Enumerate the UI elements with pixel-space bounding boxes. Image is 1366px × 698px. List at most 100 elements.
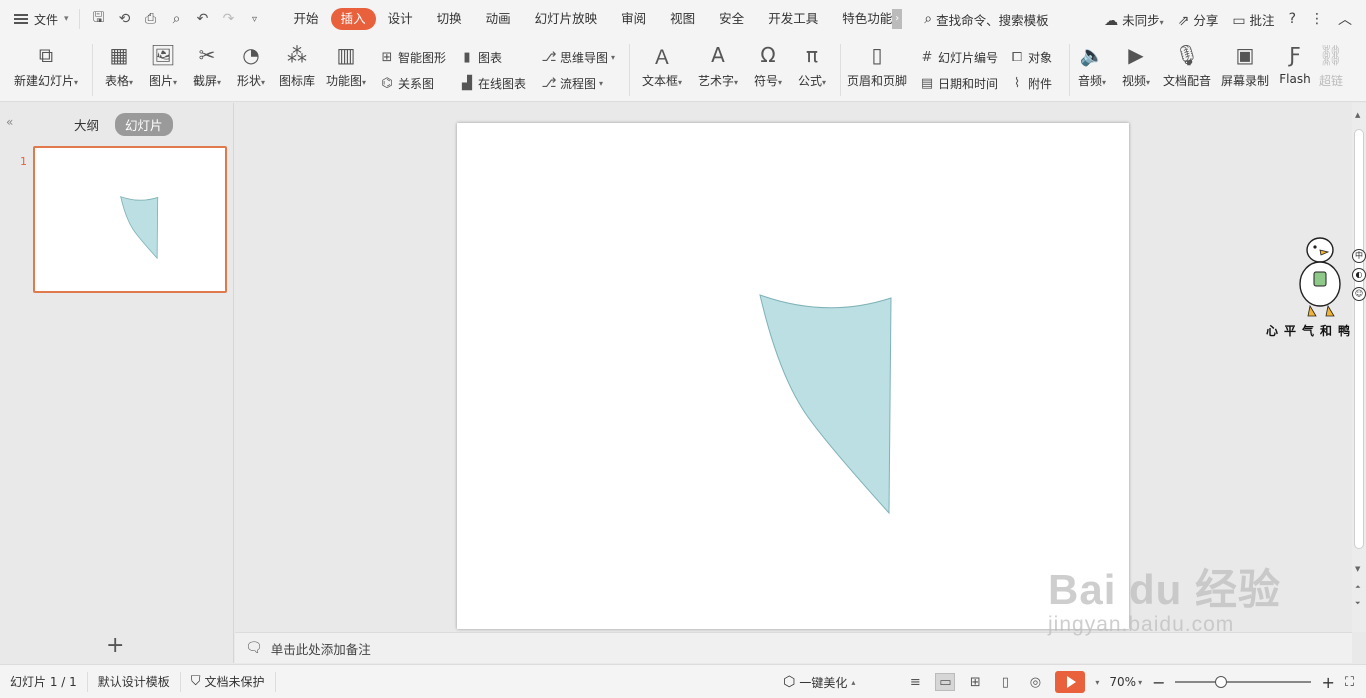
- comment-button[interactable]: ▭ 批注: [1232, 10, 1274, 29]
- icon-library-button[interactable]: ⁂ 图标库: [273, 38, 321, 102]
- hyperlink-button[interactable]: ⛓ 超链: [1316, 38, 1346, 102]
- notes-toggle-icon[interactable]: ≡: [905, 673, 925, 691]
- emoji-icon[interactable]: ☺: [1352, 287, 1366, 301]
- chart-button[interactable]: ▮ 图表: [459, 47, 535, 67]
- zoom-level[interactable]: 70% ▾: [1109, 675, 1142, 689]
- beautify-button[interactable]: ⬡ 一键美化 ▴: [783, 674, 855, 691]
- audio-button[interactable]: 🔈 音频▾: [1070, 38, 1114, 102]
- tab-developer[interactable]: 开发工具: [756, 8, 830, 30]
- online-chart-label: 在线图表: [478, 76, 527, 91]
- scroll-down-icon[interactable]: ▼: [1355, 565, 1360, 573]
- tab-transition[interactable]: 切换: [425, 8, 474, 30]
- screenshot-button[interactable]: ✂ 截屏▾: [185, 38, 229, 102]
- input-method-zh-icon[interactable]: 中: [1352, 249, 1366, 263]
- command-search[interactable]: ⌕ 查找命令、搜索模板: [924, 10, 1048, 29]
- sync-button[interactable]: ☁ 未同步▾: [1104, 10, 1164, 29]
- zoom-out-icon[interactable]: −: [1152, 673, 1165, 692]
- function-chart-button[interactable]: ▥ 功能图▾: [321, 38, 371, 102]
- redo-icon[interactable]: ↷: [220, 11, 238, 27]
- undo-icon[interactable]: ↶: [194, 11, 212, 27]
- datetime-button[interactable]: ▤ 日期和时间: [919, 73, 1005, 93]
- doc-dub-button[interactable]: 🎙 文档配音: [1158, 38, 1216, 102]
- tab-scroll-right-icon[interactable]: ›: [892, 9, 903, 29]
- design-template-button[interactable]: 默认设计模板: [88, 671, 181, 692]
- fit-window-icon[interactable]: ⛶: [1345, 675, 1354, 690]
- help-icon[interactable]: ?: [1289, 11, 1296, 27]
- previous-slide-icon[interactable]: ⏶: [1355, 583, 1361, 592]
- attachment-button[interactable]: ⌇ 附件: [1009, 73, 1065, 93]
- mindmap-button[interactable]: ⎇ 思维导图 ▾: [541, 47, 623, 67]
- paperclip-icon: ⌇: [1013, 75, 1021, 91]
- online-chart-button[interactable]: ▟ 在线图表: [459, 73, 535, 93]
- slide-thumbnail[interactable]: [33, 146, 227, 293]
- presenter-view-icon[interactable]: ◎: [1025, 673, 1045, 691]
- table-button[interactable]: ▦ 表格▾: [97, 38, 141, 102]
- file-menu-button[interactable]: 文件 ▾: [0, 0, 69, 38]
- more-icon[interactable]: ⋮: [1310, 11, 1324, 27]
- reading-view-icon[interactable]: ▯: [995, 673, 1015, 691]
- customize-icon[interactable]: ▿: [246, 14, 264, 25]
- wordart-button[interactable]: A 艺术字▾: [690, 38, 746, 102]
- object-button[interactable]: ⧠ 对象: [1009, 47, 1065, 67]
- half-moon-icon[interactable]: ◐: [1352, 268, 1366, 282]
- scrollbar-thumb[interactable]: [1354, 129, 1364, 549]
- slide-number-button[interactable]: # 幻灯片编号: [919, 47, 1005, 67]
- document-protection-button[interactable]: ⛉ 文档未保护: [181, 671, 276, 692]
- tab-security[interactable]: 安全: [707, 8, 756, 30]
- tab-slideshow[interactable]: 幻灯片放映: [523, 8, 610, 30]
- picture-button[interactable]: 🖼 图片▾: [141, 38, 185, 102]
- slide-sorter-icon[interactable]: ⊞: [965, 673, 985, 691]
- chevron-down-icon: ▾: [611, 52, 616, 62]
- tab-features[interactable]: 特色功能: [830, 8, 896, 30]
- flowchart-button[interactable]: ⎇ 流程图 ▾: [541, 73, 623, 93]
- video-button[interactable]: ▶ 视频▾: [1114, 38, 1158, 102]
- share-button[interactable]: ⇗ 分享: [1178, 10, 1219, 29]
- tab-home[interactable]: 开始: [282, 8, 331, 30]
- relation-chart-button[interactable]: ⌬ 关系图: [379, 73, 455, 93]
- collapse-panel-icon[interactable]: «: [6, 115, 13, 129]
- tab-slides[interactable]: 幻灯片: [115, 113, 173, 136]
- notes-pane[interactable]: 🗨 单击此处添加备注: [235, 632, 1352, 663]
- smart-art-button[interactable]: ⊞ 智能图形: [379, 47, 455, 67]
- flash-button[interactable]: Ƒ Flash: [1274, 38, 1316, 102]
- add-slide-icon[interactable]: +: [106, 633, 124, 658]
- zoom-slider-knob[interactable]: [1215, 676, 1228, 688]
- symbol-button[interactable]: Ω 符号▾: [746, 38, 790, 102]
- save-icon[interactable]: 🖫: [90, 7, 108, 31]
- tab-view[interactable]: 视图: [658, 8, 707, 30]
- format-painter-icon[interactable]: ⟲: [116, 11, 134, 27]
- vertical-scrollbar[interactable]: ▲ ▼ ⏶ ⏷: [1352, 103, 1366, 632]
- shape-button[interactable]: ◔ 形状▾: [229, 38, 273, 102]
- textbox-button[interactable]: Ａ 文本框▾: [634, 38, 690, 102]
- print-icon[interactable]: ⎙: [142, 11, 160, 27]
- slide-page[interactable]: [457, 123, 1129, 629]
- picture-icon: 🖼: [150, 43, 176, 67]
- formula-button[interactable]: π 公式▾: [790, 38, 834, 102]
- textbox-label: 文本框: [641, 74, 678, 88]
- slide-drawing: [759, 294, 892, 515]
- tab-review[interactable]: 审阅: [609, 8, 658, 30]
- flash-label: Flash: [1279, 72, 1311, 86]
- chart-group: ▮ 图表 ▟ 在线图表: [459, 38, 535, 102]
- freeform-shape[interactable]: [759, 294, 892, 515]
- zoom-slider[interactable]: [1175, 676, 1312, 688]
- new-slide-label: 新建幻灯片: [13, 74, 74, 88]
- hash-icon: #: [921, 49, 933, 65]
- scroll-up-icon[interactable]: ▲: [1355, 111, 1360, 119]
- chevron-down-icon: ▾: [261, 78, 266, 87]
- zoom-in-icon[interactable]: +: [1321, 673, 1334, 692]
- print-preview-icon[interactable]: ⌕: [168, 11, 186, 27]
- next-slide-icon[interactable]: ⏷: [1355, 599, 1361, 608]
- tab-insert[interactable]: 插入: [330, 8, 376, 30]
- chevron-down-icon[interactable]: ▾: [1095, 678, 1099, 687]
- tab-design[interactable]: 设计: [376, 8, 425, 30]
- screen-record-button[interactable]: ▣ 屏幕录制: [1216, 38, 1274, 102]
- collapse-ribbon-icon[interactable]: ︿: [1338, 9, 1352, 29]
- tab-animation[interactable]: 动画: [474, 8, 523, 30]
- normal-view-icon[interactable]: ▭: [935, 673, 956, 691]
- tab-outline[interactable]: 大纲: [64, 113, 109, 136]
- new-slide-button[interactable]: ⧉ 新建幻灯片▾: [0, 38, 92, 102]
- video-label: 视频: [1121, 74, 1146, 88]
- play-slideshow-button[interactable]: [1055, 671, 1086, 693]
- header-footer-button[interactable]: ▯ 页眉和页脚: [841, 38, 913, 102]
